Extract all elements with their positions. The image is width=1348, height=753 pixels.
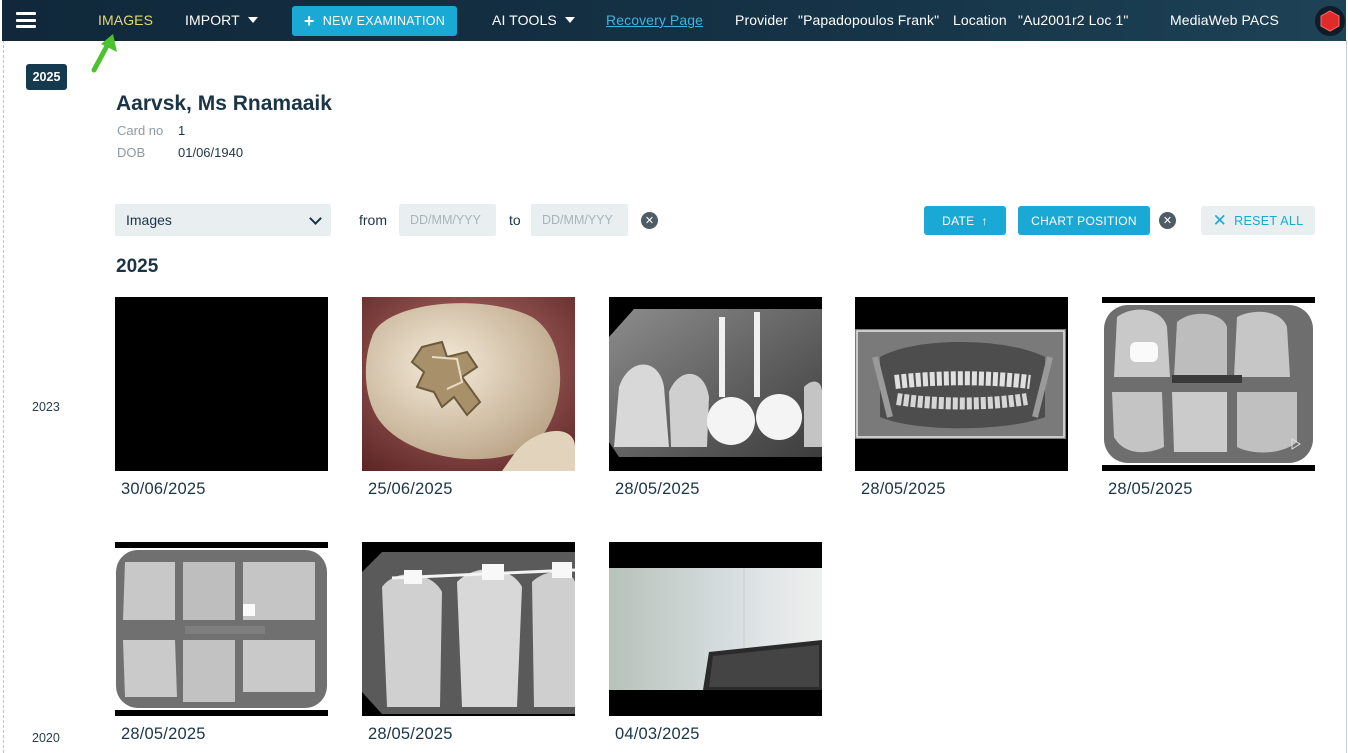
image-type-value: Images <box>126 212 172 228</box>
image-thumbnail-room-photo[interactable] <box>609 542 822 716</box>
image-date: 25/06/2025 <box>368 480 453 498</box>
timeline-year[interactable]: 2020 <box>32 731 60 745</box>
annotation-arrow-icon <box>91 34 117 73</box>
image-thumbnail-bitewing-xray[interactable] <box>1102 297 1315 471</box>
chevron-down-icon <box>309 212 322 225</box>
left-frame-border <box>3 40 4 753</box>
caret-down-icon <box>564 17 575 23</box>
arrow-up-icon: ↑ <box>981 213 988 228</box>
card-no-value: 1 <box>178 123 186 138</box>
right-frame-border <box>1346 40 1347 753</box>
image-type-select[interactable]: Images <box>115 204 331 236</box>
image-thumbnail-bitewing-xray[interactable] <box>115 542 328 716</box>
from-date-input[interactable] <box>399 204 496 236</box>
new-examination-button[interactable]: + NEW EXAMINATION <box>292 6 457 36</box>
section-year-heading: 2025 <box>116 256 159 277</box>
dob-label: DOB <box>117 145 146 160</box>
hexagon-logo-icon[interactable] <box>1315 6 1345 36</box>
app-name: MediaWeb PACS <box>1170 12 1279 28</box>
provider-value[interactable]: "Papadopoulos Frank" <box>798 12 939 28</box>
plus-icon: + <box>303 11 315 31</box>
image-thumbnail-intraoral-photo[interactable] <box>362 297 575 471</box>
image-date: 28/05/2025 <box>1108 480 1193 498</box>
provider-label: Provider <box>735 12 788 28</box>
chart-position-button[interactable]: CHART POSITION <box>1018 206 1150 235</box>
image-thumbnail-periapical-braces-xray[interactable] <box>362 542 575 716</box>
from-label: from <box>359 212 387 228</box>
image-date: 28/05/2025 <box>368 725 453 743</box>
clear-dates-icon[interactable]: ✕ <box>641 212 658 229</box>
location-value[interactable]: "Au2001r2 Loc 1" <box>1018 12 1128 28</box>
to-date-input[interactable] <box>531 204 628 236</box>
card-no-label: Card no <box>117 123 164 138</box>
close-icon: ✕ <box>1212 211 1228 230</box>
reset-all-label: RESET ALL <box>1234 213 1304 228</box>
image-date: 28/05/2025 <box>861 480 946 498</box>
nav-import-dropdown[interactable]: IMPORT <box>185 12 258 28</box>
clear-chart-position-icon[interactable]: ✕ <box>1159 212 1176 229</box>
image-thumbnail-black[interactable] <box>115 297 328 471</box>
sort-date-button[interactable]: DATE ↑ <box>924 206 1006 235</box>
image-date: 04/03/2025 <box>615 725 700 743</box>
image-date: 28/05/2025 <box>121 725 206 743</box>
image-thumbnail-panoramic-xray[interactable] <box>855 297 1068 471</box>
to-label: to <box>509 212 521 228</box>
nav-images[interactable]: IMAGES <box>98 12 153 28</box>
location-label: Location <box>953 12 1007 28</box>
timeline-year[interactable]: 2023 <box>32 400 60 414</box>
timeline-year-active[interactable]: 2025 <box>26 64 67 90</box>
dob-value: 01/06/1940 <box>178 145 244 160</box>
image-date: 30/06/2025 <box>121 480 206 498</box>
sort-date-label: DATE <box>942 213 975 228</box>
new-examination-label: NEW EXAMINATION <box>322 14 446 28</box>
image-thumbnail-periapical-xray[interactable] <box>609 297 822 471</box>
recovery-page-link[interactable]: Recovery Page <box>606 12 703 28</box>
nav-ai-tools-label: AI TOOLS <box>492 12 557 28</box>
hamburger-menu-icon[interactable] <box>16 12 36 28</box>
caret-down-icon <box>247 17 258 23</box>
top-navigation-bar: IMAGES IMPORT + NEW EXAMINATION AI TOOLS … <box>2 0 1346 41</box>
reset-all-button[interactable]: ✕ RESET ALL <box>1201 206 1315 235</box>
image-date: 28/05/2025 <box>615 480 700 498</box>
nav-ai-tools-dropdown[interactable]: AI TOOLS <box>492 12 575 28</box>
nav-import-label: IMPORT <box>185 12 240 28</box>
patient-name: Aarvsk, Ms Rnamaaik <box>116 92 332 115</box>
